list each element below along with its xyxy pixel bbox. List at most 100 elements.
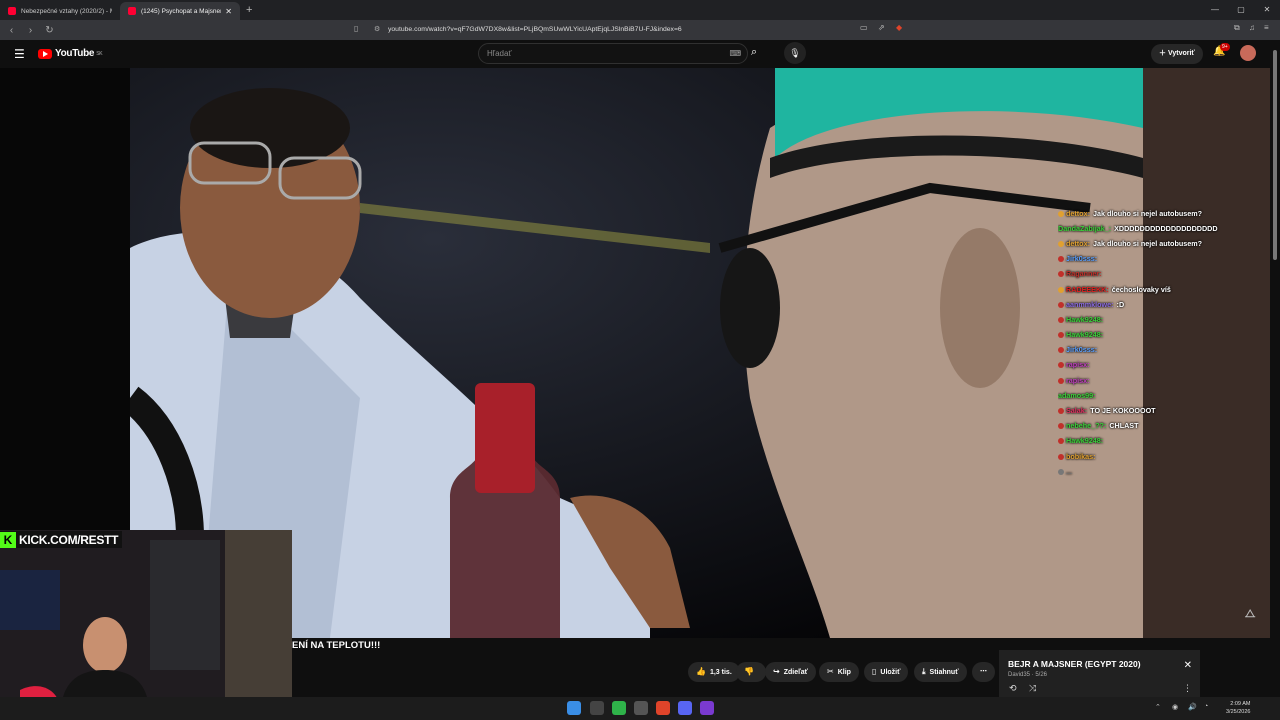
video-title: ENÍ NA TEPLOTU!!! bbox=[292, 640, 381, 651]
chat-badge-icon bbox=[1058, 332, 1064, 339]
task-view-icon[interactable] bbox=[590, 701, 604, 715]
create-label: Vytvoriť bbox=[1167, 50, 1195, 57]
chat-badge-icon bbox=[1058, 453, 1064, 460]
chat-message: Jirk0sss: bbox=[1058, 343, 1238, 358]
brave-shield-icon[interactable]: ◆ bbox=[896, 23, 902, 32]
youtube-favicon-icon bbox=[128, 7, 136, 15]
chat-user: adamos99: bbox=[1058, 390, 1096, 400]
clip-button[interactable]: ✂ Klip bbox=[819, 662, 859, 682]
shuffle-icon[interactable]: ⤨ bbox=[1029, 683, 1036, 694]
download-icon: ⤓ bbox=[922, 667, 926, 676]
tray-chevron-icon[interactable]: ⌃ bbox=[1155, 703, 1161, 711]
dislike-button[interactable]: 👎 bbox=[736, 662, 766, 682]
keyboard-icon[interactable]: ⌨ bbox=[729, 44, 741, 63]
new-tab-button[interactable]: + bbox=[246, 4, 252, 16]
clip-label: Klip bbox=[837, 669, 851, 676]
chat-user: dettox: bbox=[1066, 208, 1090, 218]
video-left-margin bbox=[0, 68, 130, 530]
menu-icon[interactable]: ≡ bbox=[1264, 23, 1269, 32]
minimize-button[interactable]: — bbox=[1202, 0, 1228, 20]
forward-icon[interactable]: › bbox=[23, 25, 38, 36]
like-button[interactable]: 👍 1,3 tis. bbox=[688, 662, 740, 682]
logo-text: YouTube bbox=[55, 48, 95, 59]
thumbs-up-icon: 👍 bbox=[696, 667, 706, 676]
tab-title: (1245) Psychopat a Majsner ... bbox=[141, 7, 222, 15]
search-input[interactable]: Hľadať ⌨ bbox=[478, 43, 748, 64]
chat-message: Hawk9248: bbox=[1058, 328, 1238, 343]
streamer-webcam bbox=[0, 530, 292, 720]
share-button[interactable]: ↪ Zdieľať bbox=[765, 662, 817, 682]
download-button[interactable]: ⤓ Stiahnuť bbox=[914, 662, 967, 682]
chat-badge-icon bbox=[1058, 377, 1064, 384]
avatar[interactable] bbox=[1240, 45, 1256, 61]
chat-badge-icon bbox=[1058, 240, 1064, 247]
search-icon[interactable]: ⌕ bbox=[751, 46, 757, 59]
tab-title: Nebezpečné vztahy (2020/2) - Mejs bbox=[21, 7, 112, 15]
share-label: Zdieľať bbox=[783, 669, 809, 676]
close-tab-icon[interactable]: ✕ bbox=[225, 7, 232, 16]
back-icon[interactable]: ‹ bbox=[4, 25, 19, 36]
brave-browser-icon[interactable] bbox=[656, 701, 670, 715]
chat-text: :D bbox=[1116, 299, 1125, 309]
chat-badge-icon bbox=[1058, 316, 1064, 323]
chat-message: rapisx: bbox=[1058, 373, 1238, 388]
close-icon[interactable]: ✕ bbox=[1184, 660, 1192, 671]
chat-message: Jirk0sss: bbox=[1058, 252, 1238, 267]
playlist-title[interactable]: BEJR A MAJSNER (EGYPT 2020) bbox=[1008, 659, 1141, 669]
app-icon[interactable] bbox=[612, 701, 626, 715]
window-controls: — ▢ ✕ bbox=[1202, 0, 1280, 20]
volume-icon[interactable]: 🔊 bbox=[1188, 703, 1197, 711]
chat-user: Raganner: bbox=[1066, 269, 1102, 279]
channel-watermark-icon: ⧍ bbox=[1245, 608, 1256, 620]
discord-icon[interactable] bbox=[678, 701, 692, 715]
create-button[interactable]: ＋ Vytvoriť bbox=[1151, 44, 1203, 64]
reload-icon[interactable]: ↻ bbox=[42, 25, 57, 36]
wifi-icon[interactable]: ◔ bbox=[1204, 703, 1208, 710]
kick-overlay-banner: K KICK.COM/RESTT bbox=[0, 531, 123, 548]
start-icon[interactable] bbox=[567, 701, 581, 715]
network-icon[interactable]: ◉ bbox=[1172, 703, 1178, 711]
thumbs-down-icon: 👎 bbox=[744, 667, 754, 676]
media-icon[interactable]: ♫ bbox=[1249, 23, 1255, 32]
share-page-icon[interactable]: ⇗ bbox=[878, 23, 885, 32]
save-button[interactable]: ▯ Uložiť bbox=[864, 662, 909, 682]
chat-message: dettox: Jak dlouho si nejel autobusem? bbox=[1058, 206, 1238, 221]
chat-user: dettox: bbox=[1066, 238, 1090, 248]
scissors-icon: ✂ bbox=[827, 667, 834, 676]
chat-text: Jak dlouho si nejel autobusem? bbox=[1092, 208, 1202, 218]
loop-icon[interactable]: ⟲ bbox=[1009, 683, 1017, 694]
system-clock[interactable]: 2:09 AM 3/25/2026 bbox=[1226, 700, 1250, 716]
microphone-icon[interactable]: 🎙 bbox=[784, 42, 806, 64]
chat-user: aanmmklowe: bbox=[1066, 299, 1114, 309]
page-scrollbar[interactable] bbox=[1270, 40, 1280, 697]
app-icon[interactable] bbox=[700, 701, 714, 715]
cast-icon[interactable]: ▭ bbox=[860, 23, 868, 32]
chat-badge-icon bbox=[1058, 438, 1064, 445]
chat-user: ... bbox=[1066, 466, 1072, 476]
maximize-button[interactable]: ▢ bbox=[1228, 0, 1254, 20]
browser-tab-1[interactable]: Nebezpečné vztahy (2020/2) - Mejs bbox=[0, 2, 120, 20]
webcam-illustration bbox=[0, 530, 292, 720]
chat-badge-icon bbox=[1058, 423, 1064, 430]
download-label: Stiahnuť bbox=[929, 669, 959, 676]
like-count: 1,3 tis. bbox=[709, 669, 732, 676]
chat-badge-icon bbox=[1058, 362, 1064, 369]
chat-message: bobikas: bbox=[1058, 449, 1238, 464]
youtube-play-icon bbox=[38, 48, 52, 59]
url-field[interactable]: ⚙ youtube.com/watch?v=qF7GdW7DX8w&list=P… bbox=[370, 23, 910, 37]
chat-badge-icon bbox=[1058, 347, 1064, 354]
bookmark-icon[interactable]: ▯ bbox=[354, 24, 358, 33]
more-icon[interactable]: ⋮ bbox=[1183, 683, 1192, 694]
hamburger-menu-icon[interactable]: ☰ bbox=[14, 47, 25, 61]
extensions-icon[interactable]: ⧉ bbox=[1234, 23, 1240, 33]
youtube-logo[interactable]: YouTube SK bbox=[38, 48, 103, 59]
scrollbar-thumb[interactable] bbox=[1273, 50, 1277, 260]
chat-badge-icon bbox=[1058, 286, 1064, 293]
youtube-header: ☰ YouTube SK Hľadať ⌨ ⌕ 🎙 ＋ Vytvoriť 🔔 9… bbox=[0, 40, 1280, 68]
close-window-button[interactable]: ✕ bbox=[1254, 0, 1280, 20]
more-actions-button[interactable]: ⋯ bbox=[972, 662, 995, 682]
settings-icon[interactable] bbox=[634, 701, 648, 715]
site-info-icon[interactable]: ⚙ bbox=[374, 23, 380, 37]
chat-user: bobikas: bbox=[1066, 451, 1096, 461]
browser-tab-2[interactable]: (1245) Psychopat a Majsner ... ✕ bbox=[120, 2, 240, 20]
